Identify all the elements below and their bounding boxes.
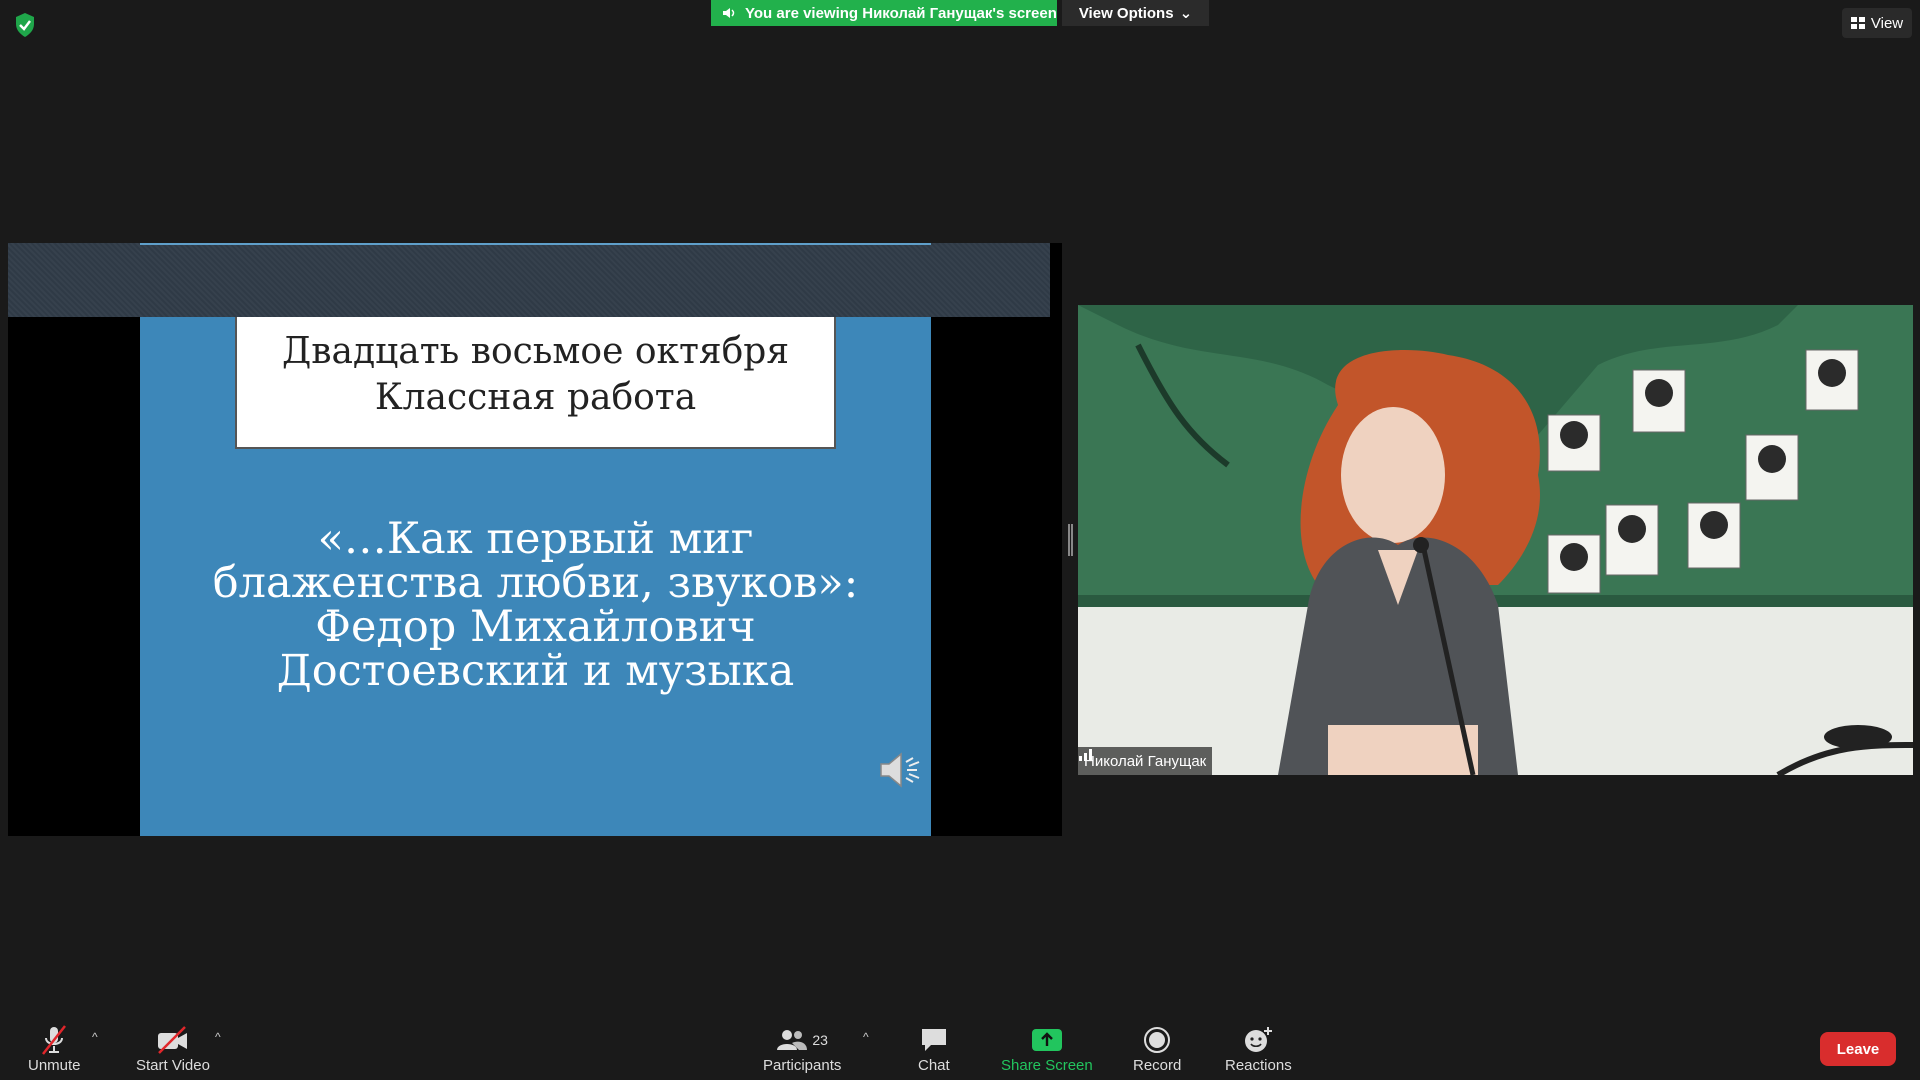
slide-body-text: «…Как первый миг блаженства любви, звуко… [150, 517, 921, 693]
share-screen-label: Share Screen [1001, 1057, 1093, 1074]
unmute-label: Unmute [28, 1057, 81, 1074]
chat-label: Chat [918, 1057, 950, 1074]
slide-body-line3: Федор Михайлович [315, 602, 756, 652]
record-icon [1144, 1027, 1171, 1053]
presentation-slide: Двадцать восьмое октября Классная работа… [140, 317, 931, 836]
signal-strength-icon [1079, 749, 1092, 761]
leave-label: Leave [1836, 1040, 1880, 1058]
speaker-icon [723, 8, 735, 18]
chevron-down-icon: ⌄ [1179, 5, 1193, 22]
view-label: View [1870, 14, 1904, 32]
slide-title-box: Двадцать восьмое октября Классная работа [235, 317, 836, 449]
slide-title-line1: Двадцать восьмое октября [281, 331, 790, 372]
record-button[interactable]: Record [1133, 1023, 1181, 1074]
participant-name: Николай Ганущак [1084, 752, 1207, 770]
camera-off-icon [157, 1026, 187, 1054]
chat-icon [921, 1029, 946, 1051]
participant-name-tag: Николай Ганущак [1078, 747, 1213, 775]
leave-button[interactable]: Leave [1820, 1032, 1896, 1066]
slide-body-line1: «…Как первый миг [317, 514, 754, 564]
banner-text: You are viewing Николай Ганущак's screen [745, 4, 1057, 22]
start-video-label: Start Video [136, 1057, 210, 1074]
grid-view-icon [1850, 17, 1865, 29]
view-options-button[interactable]: View Options ⌄ [1062, 0, 1209, 26]
view-button[interactable]: View [1842, 8, 1912, 38]
panel-resize-handle[interactable] [1068, 524, 1073, 556]
security-shield-icon[interactable] [14, 12, 36, 38]
reactions-label: Reactions [1225, 1057, 1292, 1074]
record-label: Record [1133, 1057, 1182, 1074]
shared-screen[interactable]: Двадцать восьмое октября Классная работа… [8, 243, 1062, 836]
view-options-label: View Options [1078, 4, 1174, 22]
shared-screen-header-strip [8, 243, 1050, 317]
share-screen-icon [1031, 1029, 1062, 1051]
reactions-icon [1245, 1027, 1273, 1052]
participants-count: 23 [812, 1032, 828, 1048]
microphone-muted-icon [42, 1025, 67, 1055]
slide-top-line [140, 243, 931, 245]
participant-video[interactable]: Николай Ганущак [1078, 305, 1913, 775]
audio-options-caret-icon[interactable]: ^ [92, 1030, 98, 1044]
slide-title-line2: Классная работа [374, 377, 697, 418]
participants-options-caret-icon[interactable]: ^ [863, 1030, 869, 1044]
unmute-button[interactable]: Unmute [28, 1023, 81, 1074]
video-frame [1078, 305, 1913, 775]
start-video-button[interactable]: Start Video [136, 1023, 210, 1074]
participants-label: Participants [763, 1057, 842, 1074]
slide-sound-icon[interactable] [877, 748, 923, 792]
chat-button[interactable]: Chat [918, 1023, 950, 1074]
reactions-button[interactable]: Reactions [1225, 1023, 1292, 1074]
meeting-toolbar: Unmute ^ Start Video ^ 23 Participants ^ [0, 1010, 1920, 1080]
video-options-caret-icon[interactable]: ^ [215, 1030, 221, 1044]
participants-icon [777, 1030, 808, 1050]
viewing-screen-banner: You are viewing Николай Ганущак's screen [711, 0, 1057, 26]
share-screen-button[interactable]: Share Screen [1001, 1023, 1093, 1074]
participants-button[interactable]: 23 Participants [763, 1023, 841, 1074]
slide-body-line4: Достоевский и музыка [276, 646, 795, 696]
slide-body-line2: блаженства любви, звуков»: [212, 558, 859, 608]
